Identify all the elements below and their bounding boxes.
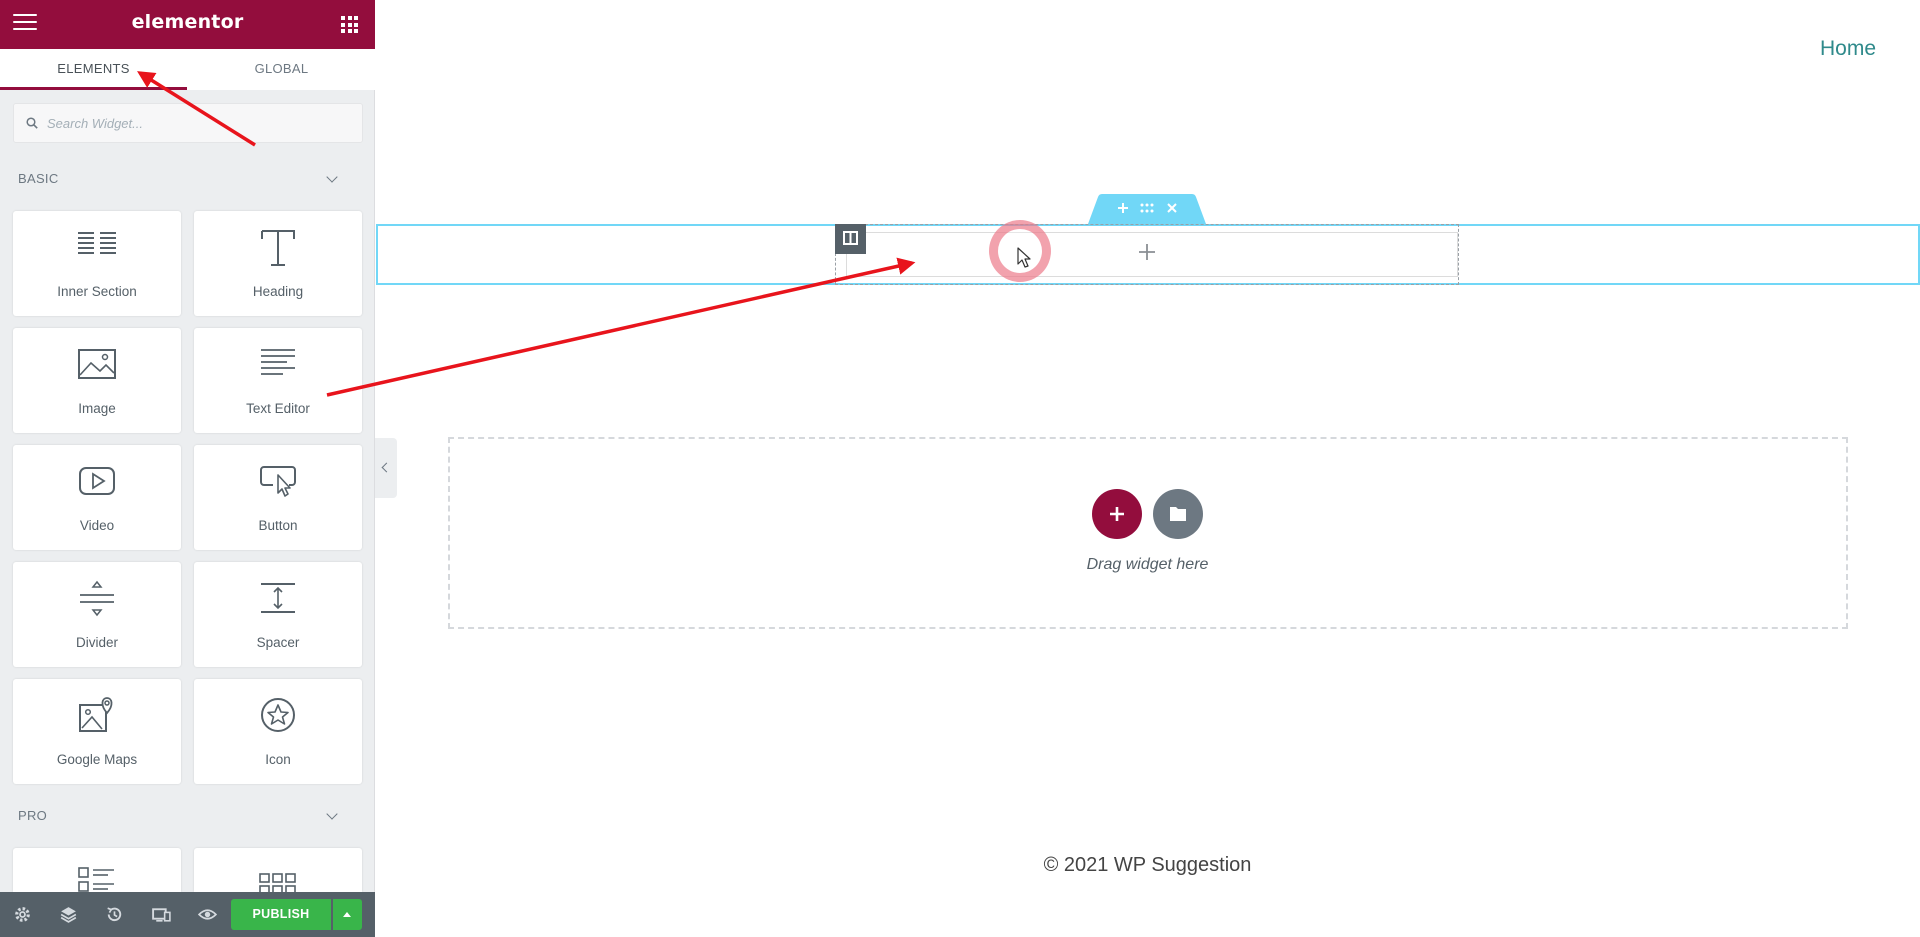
empty-section-dropzone[interactable] xyxy=(448,437,1848,629)
widget-spacer[interactable]: Spacer xyxy=(194,562,362,667)
widget-label: Video xyxy=(79,518,115,533)
elementor-logo: elementor xyxy=(131,11,244,33)
widget-inner-section[interactable]: Inner Section xyxy=(13,211,181,316)
plus-icon xyxy=(1110,507,1124,521)
add-new-section-button[interactable] xyxy=(1092,489,1142,539)
publish-button[interactable]: PUBLISH xyxy=(231,899,331,930)
nav-home-link[interactable]: Home xyxy=(1820,37,1876,61)
spacer-icon xyxy=(261,583,295,613)
widget-label: Google Maps xyxy=(56,752,138,767)
category-pro-label: PRO xyxy=(18,808,48,823)
section-handle xyxy=(1088,194,1206,224)
category-pro[interactable]: PRO xyxy=(18,808,358,823)
widget-icon[interactable]: Icon xyxy=(194,679,362,784)
category-basic-label: BASIC xyxy=(18,171,59,186)
inner-section-icon xyxy=(78,232,116,254)
widget-label: Divider xyxy=(75,635,118,650)
widget-label: Text Editor xyxy=(246,401,310,416)
widget-label: Heading xyxy=(252,284,304,299)
add-section-plus-icon[interactable] xyxy=(1114,199,1132,217)
divider-icon xyxy=(80,580,114,617)
widget-google-maps[interactable]: Google Maps xyxy=(13,679,181,784)
star-icon xyxy=(261,698,295,732)
search-icon xyxy=(26,117,38,129)
button-icon xyxy=(260,466,296,497)
folder-icon xyxy=(1170,507,1186,521)
mouse-pointer-icon xyxy=(1017,247,1031,268)
heading-icon xyxy=(261,230,295,266)
navigator-layers-icon[interactable] xyxy=(58,904,79,925)
collapse-panel-button[interactable] xyxy=(375,438,397,498)
chevron-down-icon xyxy=(326,171,338,183)
widget-button[interactable]: Button xyxy=(194,445,362,550)
widget-label: Spacer xyxy=(256,635,300,650)
edit-column-button[interactable] xyxy=(835,224,866,254)
widget-heading[interactable]: Heading xyxy=(194,211,362,316)
widget-label: Inner Section xyxy=(57,284,137,299)
elementor-editor: elementor ELEMENTS GLOBAL BASIC xyxy=(0,0,1920,937)
tab-global[interactable]: GLOBAL xyxy=(188,49,375,90)
widget-pro-posts[interactable] xyxy=(13,848,181,892)
footer-copyright: © 2021 WP Suggestion xyxy=(1043,854,1252,876)
panel-tabs: ELEMENTS GLOBAL xyxy=(0,49,375,90)
widgets-grid-icon[interactable] xyxy=(341,16,358,33)
widget-text-editor[interactable]: Text Editor xyxy=(194,328,362,433)
chevron-down-icon xyxy=(326,808,338,820)
widget-label: Icon xyxy=(265,752,291,767)
google-maps-icon xyxy=(79,697,113,732)
add-widget-plus-icon[interactable] xyxy=(1137,242,1157,262)
widget-video[interactable]: Video xyxy=(13,445,181,550)
image-icon xyxy=(78,349,116,379)
panel-header: elementor xyxy=(0,0,375,49)
add-template-button[interactable] xyxy=(1153,489,1203,539)
drag-section-icon[interactable] xyxy=(1138,199,1156,217)
search-widget-box xyxy=(13,103,363,143)
widget-image[interactable]: Image xyxy=(13,328,181,433)
widget-divider[interactable]: Divider xyxy=(13,562,181,667)
history-icon[interactable] xyxy=(104,904,125,925)
category-basic[interactable]: BASIC xyxy=(18,171,358,186)
responsive-mode-icon[interactable] xyxy=(151,904,172,925)
video-icon xyxy=(79,467,115,495)
dropzone-hint: Drag widget here xyxy=(1086,556,1209,573)
tab-elements[interactable]: ELEMENTS xyxy=(0,49,187,90)
widget-label: Image xyxy=(78,401,116,416)
chevron-left-icon xyxy=(381,462,392,473)
panel-footer: PUBLISH xyxy=(0,892,375,937)
publish-options-button[interactable] xyxy=(333,899,362,930)
editor-panel: elementor ELEMENTS GLOBAL BASIC xyxy=(0,0,375,937)
preview-eye-icon[interactable] xyxy=(197,904,218,925)
text-editor-icon xyxy=(261,349,295,375)
settings-gear-icon[interactable] xyxy=(12,904,33,925)
delete-section-close-icon[interactable] xyxy=(1163,199,1181,217)
search-input[interactable] xyxy=(47,104,347,142)
column-icon xyxy=(843,231,858,245)
widget-label: Button xyxy=(258,518,298,533)
widget-pro-portfolio[interactable] xyxy=(194,848,362,895)
